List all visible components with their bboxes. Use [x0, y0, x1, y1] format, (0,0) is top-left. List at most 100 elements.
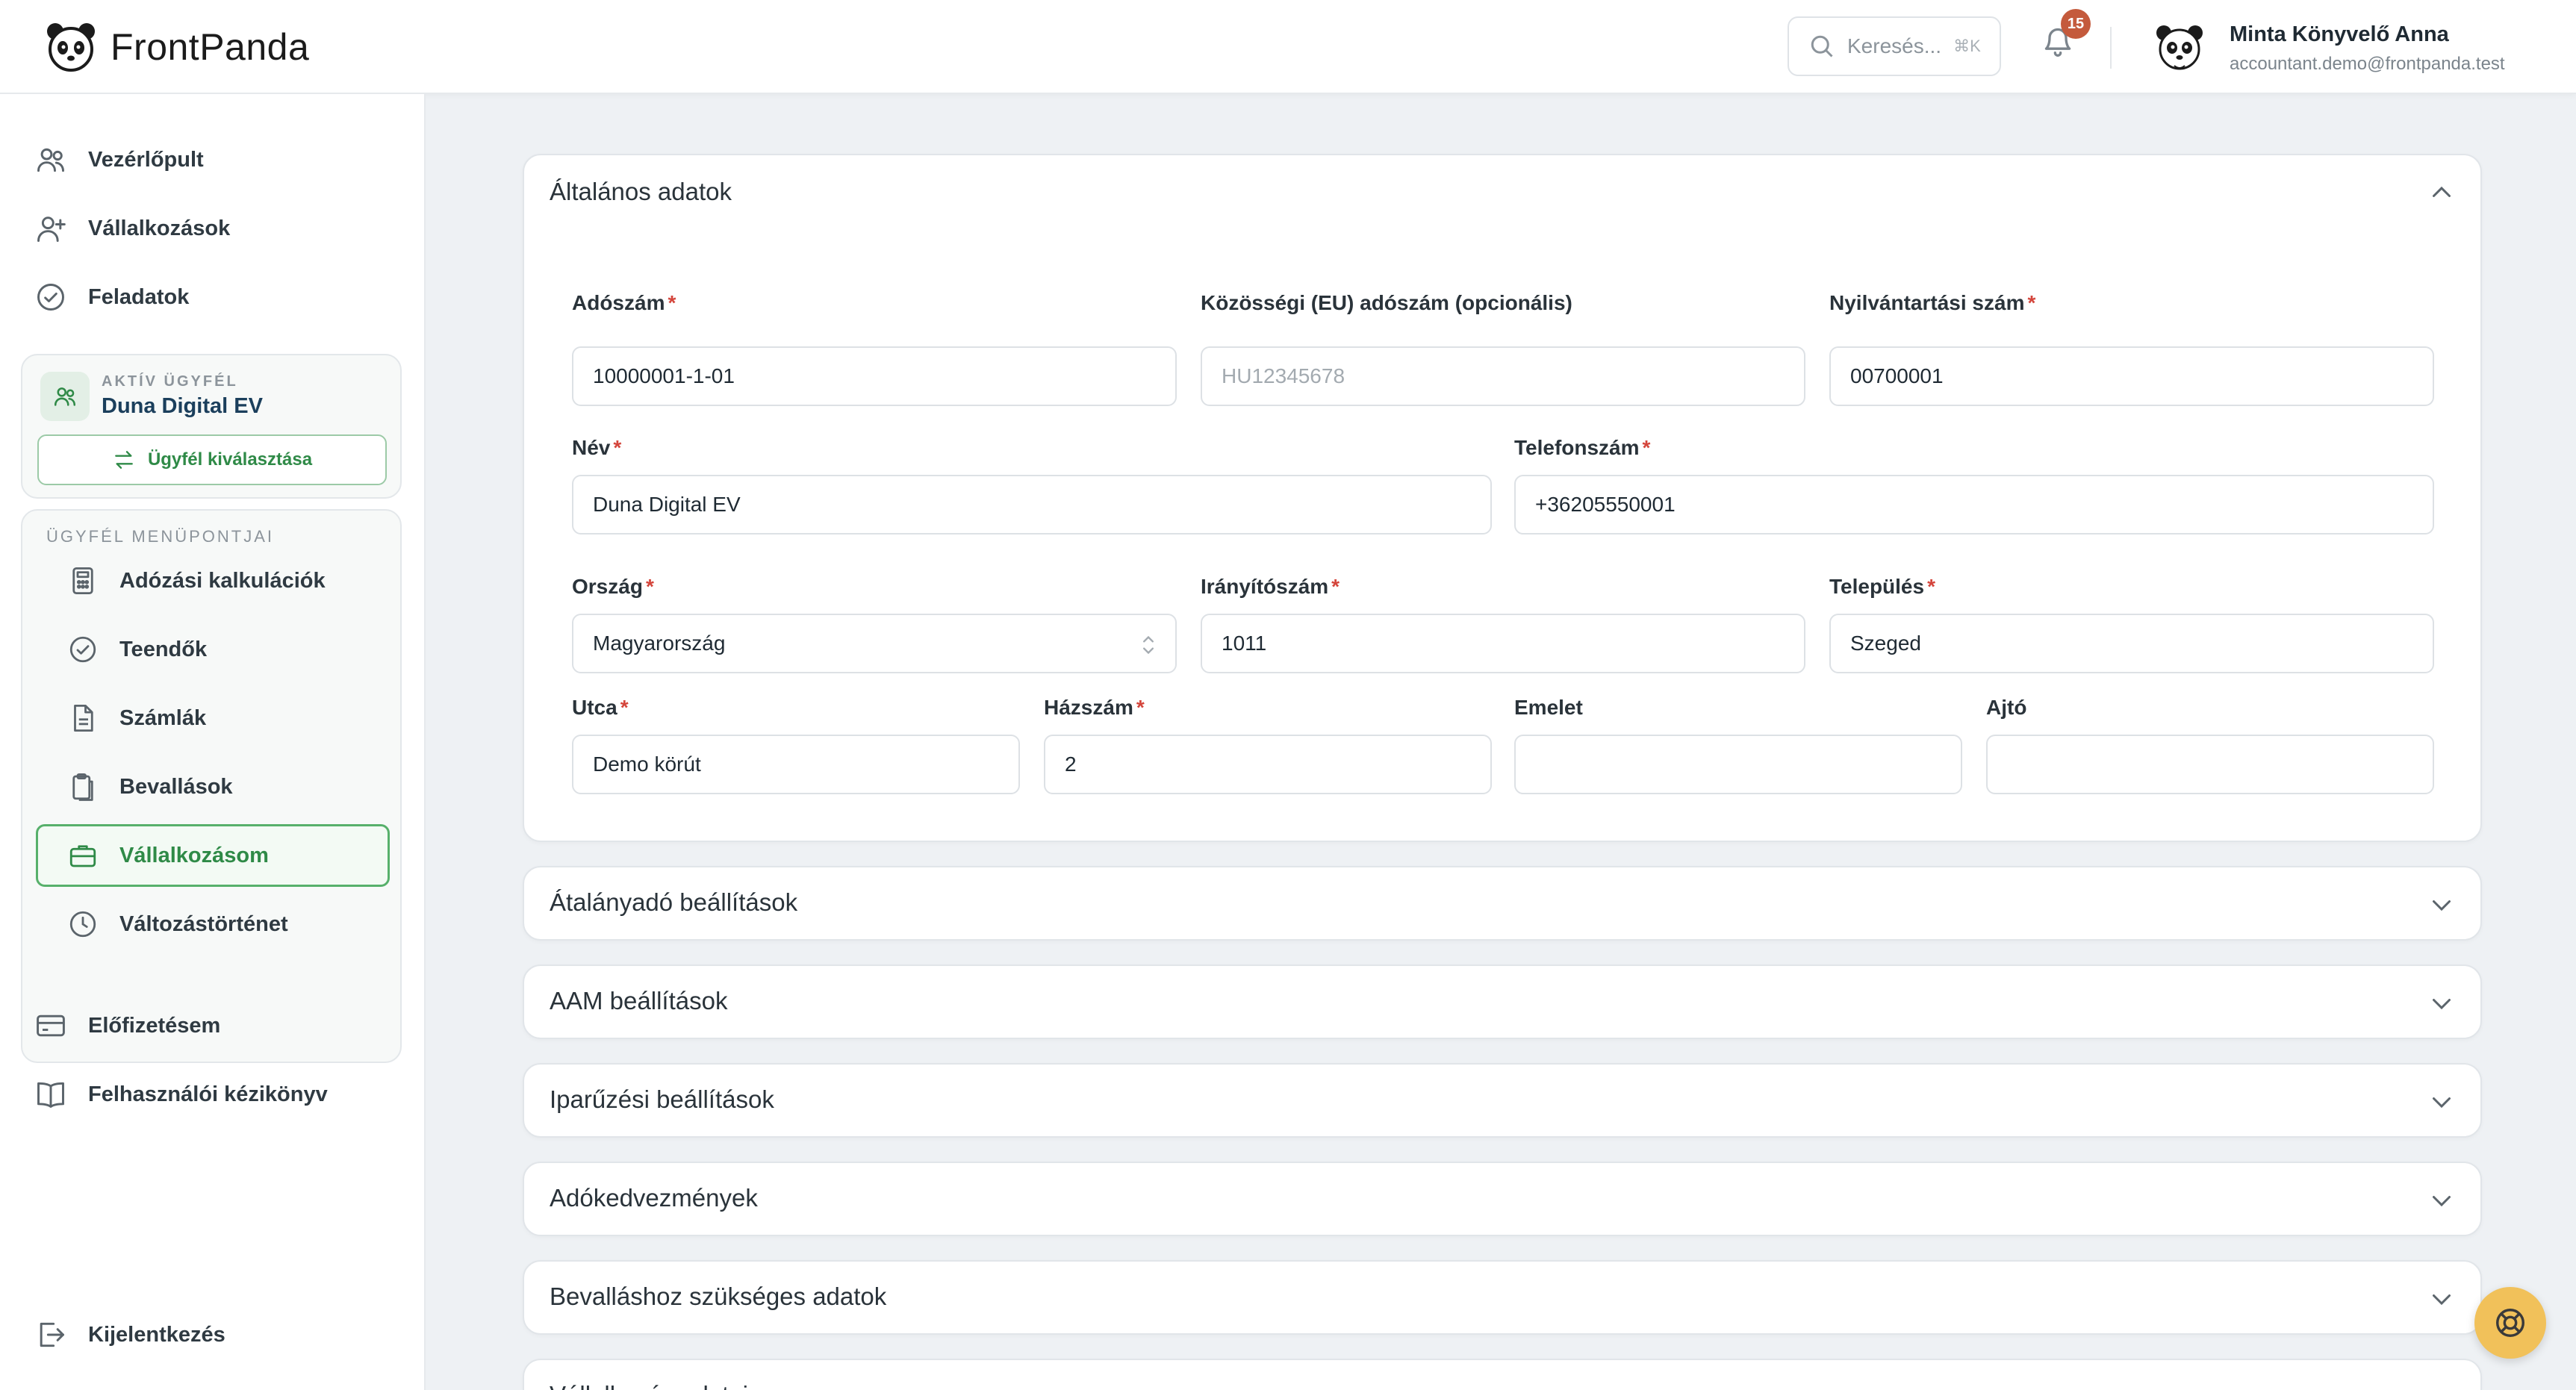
name-field[interactable]: Duna Digital EV [572, 475, 1492, 535]
panel-title: Iparűzési beállítások [550, 1085, 774, 1113]
house-number-field[interactable]: 2 [1044, 735, 1492, 794]
menu-item-label: Számlák [119, 705, 207, 730]
sidebar-item-label: Vezérlőpult [88, 147, 204, 172]
sidebar-item-businesses[interactable]: Vállalkozások [34, 206, 230, 251]
panel-title: Átalányadó beállítások [550, 888, 798, 916]
section-tax-benefits[interactable]: Adókedvezmények [523, 1162, 2482, 1236]
chevron-up-icon[interactable] [2428, 179, 2455, 206]
header-divider [2110, 27, 2112, 69]
avatar[interactable] [2153, 21, 2206, 73]
clipboard-icon [72, 773, 93, 801]
phone-field[interactable]: +36205550001 [1514, 475, 2434, 535]
sidebar-item-subscription[interactable]: Előfizetésem [34, 1003, 220, 1048]
section-local-business-tax-settings[interactable]: Iparűzési beállítások [523, 1063, 2482, 1138]
search-shortcut: ⌘K [1953, 37, 1981, 55]
search-icon [1811, 35, 1833, 57]
notifications-button[interactable]: 15 [2038, 9, 2091, 64]
sidebar-item-label: Felhasználói kézikönyv [88, 1082, 328, 1106]
street-label: Utca * [572, 696, 629, 719]
eu-tax-number-label: Közösségi (EU) adószám (opcionális) [1201, 291, 1572, 314]
lifebuoy-icon [2496, 1309, 2524, 1337]
eu-tax-number-field[interactable]: HU12345678 [1201, 346, 1805, 406]
help-button[interactable] [2474, 1287, 2546, 1359]
sidebar-item-todos[interactable]: Teendők [36, 618, 390, 681]
menu-item-label: Vállalkozásom [119, 843, 269, 867]
sidebar-item-tasks[interactable]: Feladatok [34, 275, 189, 320]
briefcase-icon [69, 845, 96, 867]
top-header: FrontPanda Keresés... ⌘K 15 Minta Könyve… [0, 0, 2576, 94]
select-client-button[interactable]: Ügyfél kiválasztása [37, 434, 387, 485]
section-tax-return-data[interactable]: Bevalláshoz szükséges adatok [523, 1260, 2482, 1335]
section-business-data[interactable]: Vállalkozás adatai [523, 1359, 2482, 1390]
sidebar-item-label: Vállalkozások [88, 216, 231, 240]
menu-item-label: Adózási kalkulációk [119, 568, 326, 593]
clock-icon [69, 911, 96, 938]
logout-icon [40, 1322, 64, 1347]
sidebar-item-dashboard[interactable]: Vezérlőpult [34, 137, 204, 182]
zip-label: Irányítószám * [1201, 575, 1340, 598]
panel-title: Bevalláshoz szükséges adatok [550, 1283, 887, 1310]
brand-name: FrontPanda [111, 26, 310, 68]
floor-field[interactable] [1514, 735, 1962, 794]
users-icon [37, 148, 64, 172]
chevron-up-down-icon [1143, 635, 1154, 655]
user-email: accountant.demo@frontpanda.test [2230, 54, 2505, 74]
door-field[interactable] [1986, 735, 2434, 794]
phone-label: Telefonszám * [1514, 436, 1651, 459]
street-field[interactable]: Demo körút [572, 735, 1020, 794]
menu-item-label: Bevallások [119, 774, 233, 799]
active-client-label: AKTÍV ÜGYFÉL [102, 373, 238, 390]
general-data-panel: Általános adatok Adószám * 10000001-1-01 … [523, 154, 2482, 842]
house-number-label: Házszám * [1044, 696, 1145, 719]
book-icon [37, 1082, 64, 1108]
tax-number-field[interactable]: 10000001-1-01 [572, 346, 1177, 406]
logout-label: Kijelentkezés [88, 1322, 225, 1347]
sidebar-item-change-history[interactable]: Változástörténet [36, 893, 390, 956]
credit-card-icon [37, 1015, 65, 1037]
tax-number-label: Adószám * [572, 291, 676, 314]
client-menu-label: ÜGYFÉL MENÜPONTJAI [46, 527, 274, 546]
panel-title: Vállalkozás adatai [550, 1381, 748, 1390]
client-menu: ÜGYFÉL MENÜPONTJAI Adózási kalkulációk T… [21, 509, 402, 1063]
client-icon-box [40, 372, 90, 421]
calculator-icon [72, 567, 93, 595]
sidebar: Vezérlőpult Vállalkozások Feladatok AKTÍ… [0, 94, 426, 1390]
chevron-down-icon [2433, 1294, 2451, 1306]
brand[interactable]: FrontPanda [45, 21, 309, 73]
active-client-card: AKTÍV ÜGYFÉL Duna Digital EV Ügyfél kivá… [21, 354, 402, 499]
panel-title: Adókedvezmények [550, 1184, 758, 1212]
sidebar-item-invoices[interactable]: Számlák [36, 687, 390, 749]
country-select[interactable]: Magyarország [572, 614, 1177, 673]
menu-item-label: Változástörténet [119, 911, 288, 936]
chevron-down-icon [2433, 900, 2451, 911]
logout-button[interactable]: Kijelentkezés [34, 1312, 225, 1357]
city-field[interactable]: Szeged [1829, 614, 2434, 673]
chevron-down-icon [2433, 999, 2451, 1010]
section-vat-exemption-settings[interactable]: AAM beállítások [523, 964, 2482, 1039]
users-icon [54, 387, 76, 406]
document-icon [74, 704, 93, 732]
registration-number-field[interactable]: 00700001 [1829, 346, 2434, 406]
active-client-name: Duna Digital EV [102, 394, 263, 418]
check-circle-icon [69, 636, 96, 663]
search-placeholder: Keresés... [1847, 34, 1942, 57]
zip-field[interactable]: 1011 [1201, 614, 1805, 673]
sidebar-item-tax-returns[interactable]: Bevallások [36, 755, 390, 818]
user-plus-icon [37, 216, 66, 242]
registration-number-label: Nyilvántartási szám * [1829, 291, 2036, 314]
check-circle-icon [37, 284, 64, 311]
swap-arrows-icon [115, 451, 133, 469]
sidebar-item-label: Feladatok [88, 284, 190, 309]
sidebar-item-my-business[interactable]: Vállalkozásom [36, 824, 390, 887]
sidebar-item-user-manual[interactable]: Felhasználói kézikönyv [34, 1072, 328, 1117]
select-client-label: Ügyfél kiválasztása [147, 449, 313, 470]
search-input[interactable]: Keresés... ⌘K [1788, 16, 2001, 76]
panel-title: AAM beállítások [550, 987, 728, 1015]
sidebar-item-tax-calculations[interactable]: Adózási kalkulációk [36, 549, 390, 612]
floor-label: Emelet [1514, 696, 1583, 719]
user-name[interactable]: Minta Könyvelő Anna [2230, 22, 2449, 47]
door-label: Ajtó [1986, 696, 2027, 719]
panda-logo-icon [47, 23, 95, 72]
section-flat-tax-settings[interactable]: Átalányadó beállítások [523, 866, 2482, 941]
menu-item-label: Teendők [119, 637, 208, 661]
